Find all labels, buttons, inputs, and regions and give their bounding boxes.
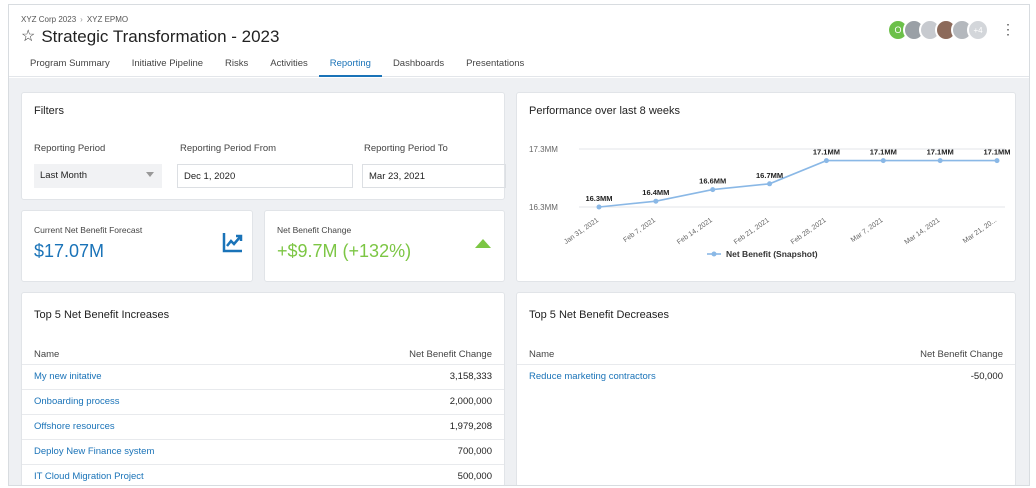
- initiative-link[interactable]: Onboarding process: [34, 396, 120, 407]
- change-kpi-card: Net Benefit Change +$9.7M (+132%): [264, 210, 505, 282]
- data-point: [994, 158, 1000, 164]
- column-header-change: Net Benefit Change: [920, 349, 1003, 360]
- net-benefit-change-value: 2,000,000: [449, 396, 492, 407]
- page-title: Strategic Transformation - 2023: [41, 27, 280, 46]
- more-avatars-badge[interactable]: +4: [967, 19, 989, 41]
- y-tick-label: 16.3MM: [529, 203, 558, 212]
- data-label: 16.7MM: [756, 171, 783, 180]
- reporting-period-label: Reporting Period: [34, 143, 106, 154]
- change-label: Net Benefit Change: [277, 225, 352, 235]
- data-point: [880, 158, 886, 164]
- reporting-period-from-input[interactable]: Dec 1, 2020: [177, 164, 353, 188]
- column-header-name: Name: [34, 349, 60, 360]
- filters-title: Filters: [34, 105, 64, 117]
- legend-marker: [711, 251, 717, 257]
- reporting-period-select[interactable]: Last Month: [34, 164, 162, 188]
- net-benefit-change-value: 3,158,333: [449, 371, 492, 382]
- performance-chart-card: Performance over last 8 weeks 17.3MM 16.3…: [516, 92, 1016, 282]
- table-row: Onboarding process 2,000,000: [22, 389, 504, 411]
- column-header-change: Net Benefit Change: [409, 349, 492, 360]
- x-tick-label: Mar 21, 20...: [962, 217, 998, 245]
- initiative-link[interactable]: My new initative: [34, 371, 102, 382]
- star-icon[interactable]: ☆: [21, 29, 35, 45]
- tab-bar: Program Summary Initiative Pipeline Risk…: [19, 55, 535, 77]
- change-value: +$9.7M (+132%): [277, 241, 412, 261]
- y-tick-label: 17.3MM: [529, 145, 558, 154]
- chevron-down-icon: [146, 172, 154, 177]
- performance-chart: 17.3MM 16.3MM 16.3MM 16.4MM 16.6MM 16.7MM 17.1…: [529, 145, 1011, 259]
- tab-presentations[interactable]: Presentations: [455, 55, 535, 77]
- x-tick-label: Feb 21, 2021: [733, 217, 771, 246]
- data-point: [767, 181, 773, 187]
- forecast-label: Current Net Benefit Forecast: [34, 225, 143, 235]
- decreases-title: Top 5 Net Benefit Decreases: [529, 309, 670, 321]
- tab-initiative-pipeline[interactable]: Initiative Pipeline: [121, 55, 214, 77]
- reporting-period-to-input[interactable]: Mar 23, 2021: [362, 164, 506, 188]
- data-label: 17.1MM: [983, 148, 1010, 157]
- legend-label: Net Benefit (Snapshot): [726, 249, 818, 259]
- filters-card: Filters Reporting Period Reporting Perio…: [21, 92, 506, 200]
- data-label: 16.3MM: [585, 194, 612, 203]
- table-row: Offshore resources 1,979,208: [22, 414, 504, 436]
- tab-reporting[interactable]: Reporting: [318, 55, 382, 77]
- decreases-card: Top 5 Net Benefit Decreases Name Net Ben…: [516, 292, 1016, 485]
- x-tick-label: Mar 7, 2021: [850, 217, 885, 244]
- data-label: 16.6MM: [699, 177, 726, 186]
- app-window: XYZ Corp 2023 › XYZ EPMO ☆ Strategic Tra…: [8, 4, 1030, 486]
- table-row: IT Cloud Migration Project 500,000: [22, 464, 504, 485]
- tab-risks[interactable]: Risks: [214, 55, 259, 77]
- tab-activities[interactable]: Activities: [259, 55, 318, 77]
- reporting-period-to-label: Reporting Period To: [364, 143, 448, 154]
- data-label: 16.4MM: [642, 188, 669, 197]
- breadcrumb: XYZ Corp 2023 › XYZ EPMO: [21, 15, 128, 24]
- x-tick-label: Mar 14, 2021: [903, 217, 941, 246]
- forecast-value: $17.07M: [34, 241, 105, 261]
- increases-title: Top 5 Net Benefit Increases: [34, 309, 170, 321]
- data-point: [823, 158, 829, 164]
- breadcrumb-org[interactable]: XYZ Corp 2023: [21, 15, 76, 24]
- initiative-link[interactable]: Deploy New Finance system: [34, 446, 154, 457]
- net-benefit-change-value: -50,000: [970, 371, 1003, 382]
- title-row: ☆ Strategic Transformation - 2023: [21, 27, 279, 47]
- data-label: 17.1MM: [870, 148, 897, 157]
- data-point: [937, 158, 943, 164]
- initiative-link[interactable]: Offshore resources: [34, 421, 115, 432]
- table-row: Reduce marketing contractors -50,000: [517, 364, 1015, 386]
- team-avatars[interactable]: O +4: [887, 19, 989, 41]
- data-label: 17.1MM: [813, 148, 840, 157]
- data-label: 17.1MM: [927, 148, 954, 157]
- forecast-kpi-card: Current Net Benefit Forecast $17.07M: [21, 210, 253, 282]
- breadcrumb-separator: ›: [80, 15, 83, 24]
- tab-dashboards[interactable]: Dashboards: [382, 55, 455, 77]
- initiative-link[interactable]: Reduce marketing contractors: [529, 371, 656, 382]
- net-benefit-change-value: 700,000: [457, 446, 492, 457]
- x-tick-label: Feb 7, 2021: [622, 217, 657, 244]
- x-tick-label: Feb 14, 2021: [676, 217, 714, 246]
- breadcrumb-section[interactable]: XYZ EPMO: [87, 15, 128, 24]
- net-benefit-change-value: 500,000: [457, 471, 492, 482]
- table-row: My new initative 3,158,333: [22, 364, 504, 386]
- main-content: Filters Reporting Period Reporting Perio…: [9, 78, 1029, 485]
- reporting-period-from-label: Reporting Period From: [180, 143, 277, 154]
- more-options-icon[interactable]: ⋮: [1001, 21, 1015, 38]
- data-point: [653, 198, 659, 204]
- page-header: XYZ Corp 2023 › XYZ EPMO ☆ Strategic Tra…: [9, 5, 1029, 77]
- tab-program-summary[interactable]: Program Summary: [19, 55, 121, 77]
- column-header-name: Name: [529, 349, 555, 360]
- net-benefit-change-value: 1,979,208: [449, 421, 492, 432]
- initiative-link[interactable]: IT Cloud Migration Project: [34, 471, 144, 482]
- data-point: [596, 204, 602, 210]
- series-line: [598, 159, 997, 208]
- x-tick-label: Jan 31, 2021: [563, 217, 600, 246]
- arrow-up-icon: [475, 239, 491, 248]
- trend-chart-icon: [222, 233, 243, 253]
- data-point: [710, 187, 716, 193]
- increases-card: Top 5 Net Benefit Increases Name Net Ben…: [21, 292, 505, 485]
- x-tick-label: Feb 28, 2021: [790, 217, 828, 246]
- table-row: Deploy New Finance system 700,000: [22, 439, 504, 461]
- reporting-period-value: Last Month: [40, 170, 87, 181]
- chart-title: Performance over last 8 weeks: [529, 105, 681, 117]
